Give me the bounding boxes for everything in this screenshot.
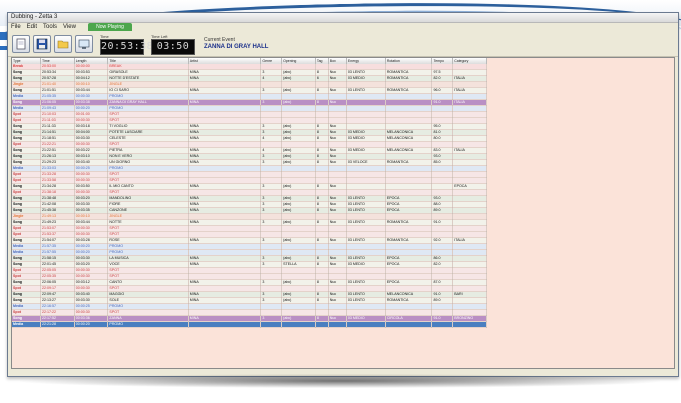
table-cell: [281, 321, 316, 328]
menu-file[interactable]: File: [11, 23, 21, 32]
toolbar: Time 20:53:38 Time Left 03:50 Current Ev…: [8, 32, 678, 57]
current-event: Current Event ZANNA DI GRAY HALL: [204, 37, 268, 51]
table-cell: [385, 321, 433, 328]
document-icon: [16, 38, 26, 50]
clock-remaining-value: 03:50: [151, 38, 195, 55]
playlist-table: Type Time Length Title Artist Genre Opening Tag…: [12, 58, 487, 328]
menu-edit[interactable]: Edit: [27, 23, 37, 32]
table-cell: [315, 321, 329, 328]
table-body: Break 20:53:00 00:00:00 BREAK Song 20:53:34 00…: [12, 64, 487, 328]
save-button[interactable]: [33, 35, 51, 53]
page-shadow: [20, 374, 660, 388]
table-cell: 00:00:20: [74, 321, 109, 328]
display-button[interactable]: [75, 35, 93, 53]
table-cell: [431, 321, 454, 328]
folder-icon: [57, 40, 69, 49]
clock-time-value: 20:53:38: [100, 38, 153, 55]
table-row[interactable]: Media 22:21:28 00:00:20 PROMO: [12, 321, 487, 328]
floppy-disk-icon: [36, 38, 48, 50]
clock-remaining: Time Left 03:50: [151, 34, 195, 55]
menu-view[interactable]: View: [63, 23, 76, 32]
clock-time: Time 20:53:38: [100, 34, 153, 55]
table-cell: PROMO: [107, 321, 189, 328]
table-cell: 22:21:28: [40, 321, 75, 328]
current-event-value: ZANNA DI GRAY HALL: [204, 44, 269, 50]
table-cell: Media: [12, 321, 42, 328]
table-cell: [260, 321, 283, 328]
table-cell: [346, 321, 386, 328]
document-button[interactable]: [12, 35, 30, 53]
table-cell: [188, 321, 262, 328]
open-folder-button[interactable]: [54, 35, 72, 53]
table-cell: [328, 321, 347, 328]
now-playing-tab[interactable]: Now Playing: [88, 23, 132, 31]
playlist-grid[interactable]: Type Time Length Title Artist Genre Opening Tag…: [11, 57, 675, 369]
window-title: Dubbing - Zetta 3: [8, 13, 678, 23]
menu-tools[interactable]: Tools: [43, 23, 57, 32]
table-cell: [452, 321, 487, 328]
app-window: Dubbing - Zetta 3 File Edit Tools View N…: [7, 12, 679, 377]
monitor-icon: [78, 39, 90, 49]
